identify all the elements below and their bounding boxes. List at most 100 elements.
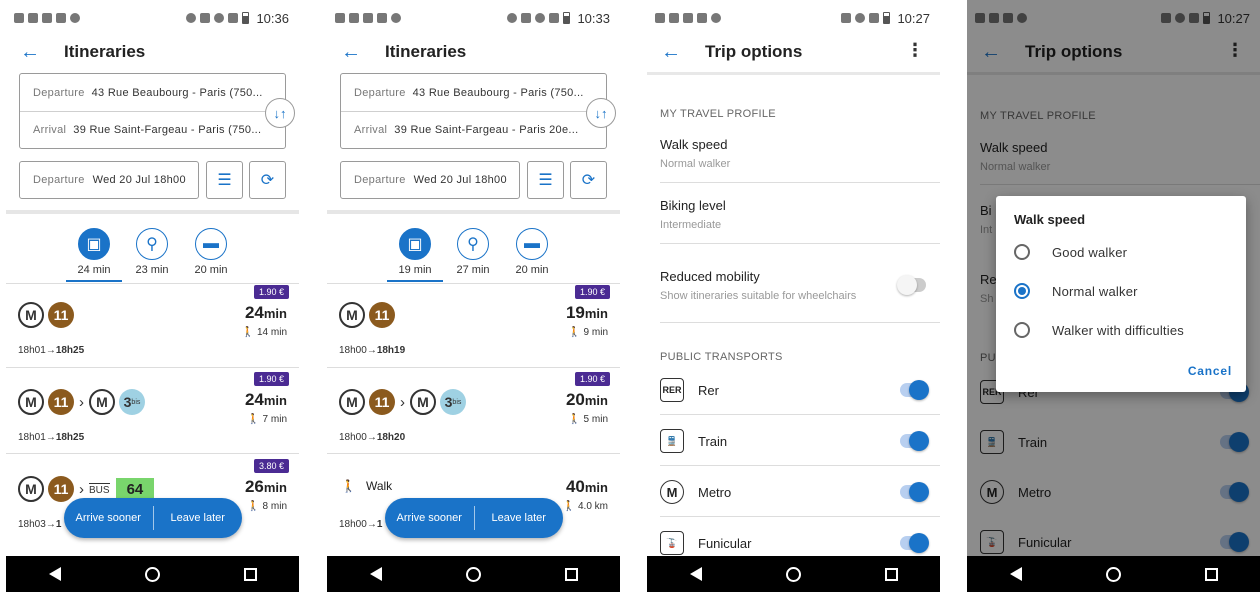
start-time: 18h01 <box>18 345 46 356</box>
train-toggle[interactable] <box>900 431 929 451</box>
arrive-sooner-button[interactable]: Arrive sooner <box>64 512 153 524</box>
system-nav-bar <box>6 556 299 592</box>
departure-field[interactable]: Departure 43 Rue Beaubourg - Paris (750..… <box>341 74 606 111</box>
shield-icon <box>391 13 401 23</box>
back-arrow-icon[interactable]: ← <box>341 42 371 62</box>
nav-home-icon[interactable] <box>144 566 160 582</box>
tab-bike[interactable]: ⚲ 27 min <box>447 228 499 276</box>
screen-trip-options-dialog: 10:27 ← Trip options ⋮ MY TRAVEL PROFILE… <box>967 0 1260 592</box>
departure-field[interactable]: Departure 43 Rue Beaubourg - Paris (750..… <box>20 74 285 111</box>
duration-value: 20 <box>565 390 585 409</box>
divider <box>660 414 940 415</box>
divider <box>660 243 940 244</box>
dnd-icon <box>855 13 866 23</box>
duration-unit: min <box>584 306 608 321</box>
line-badge: 11 <box>48 389 74 415</box>
nav-home-icon[interactable] <box>465 566 481 582</box>
divider <box>6 453 299 454</box>
nav-back-icon[interactable] <box>1008 566 1024 582</box>
nav-recents-icon[interactable] <box>242 566 258 582</box>
rer-toggle[interactable] <box>900 380 929 400</box>
location-icon <box>507 13 518 23</box>
tab-car[interactable]: ▬ 20 min <box>185 228 237 276</box>
tab-car[interactable]: ▬ 20 min <box>506 228 558 276</box>
result-item[interactable]: 1.90 € M 11 24min 🚶 14 min 18h01→18h25 <box>6 285 299 371</box>
divider <box>327 210 620 214</box>
end-time: 1 <box>55 519 62 530</box>
wifi-icon <box>228 13 239 23</box>
departure-time-field[interactable]: Departure Wed 20 Jul 18h00 <box>340 161 520 199</box>
cancel-button[interactable]: Cancel <box>1188 364 1232 378</box>
battery-icon <box>563 12 571 24</box>
metro-toggle[interactable] <box>900 482 929 502</box>
nav-back-icon[interactable] <box>47 566 63 582</box>
departure-time-field[interactable]: Departure Wed 20 Jul 18h00 <box>19 161 199 199</box>
tab-transit[interactable]: ▣ 19 min <box>389 228 441 282</box>
time-range: 18h00→18h19 <box>339 345 406 356</box>
walk-icon: 🚶 <box>241 327 255 338</box>
result-item[interactable]: 1.90 € M 11 › M 3 bis 24min 🚶 7 min 18h01→18h… <box>6 372 299 458</box>
duration: 24min <box>245 390 287 410</box>
arrival-field[interactable]: Arrival 39 Rue Saint-Fargeau - Paris (750… <box>20 111 285 148</box>
radio-walker-with-difficulties[interactable]: Walker with difficulties <box>1014 322 1184 338</box>
duration-value: 24 <box>244 303 264 322</box>
radio-good-walker[interactable]: Good walker <box>1014 244 1127 260</box>
biking-level-option[interactable]: Biking level Intermediate <box>660 198 940 231</box>
divider <box>660 465 940 466</box>
walk-value: 14 min <box>256 327 287 338</box>
nav-recents-icon[interactable] <box>883 566 899 582</box>
arrival-field[interactable]: Arrival 39 Rue Saint-Fargeau - Paris 20e.… <box>341 111 606 148</box>
divider <box>6 367 299 368</box>
back-arrow-icon[interactable]: ← <box>661 42 691 62</box>
battery-icon <box>883 12 891 24</box>
time-range: 18h00→1 <box>339 519 383 530</box>
swap-icon[interactable]: ↓↑ <box>586 98 616 128</box>
leave-later-button[interactable]: Leave later <box>154 512 243 524</box>
start-time: 18h01 <box>18 432 46 443</box>
filters-icon[interactable]: ☰ <box>527 161 564 199</box>
leave-later-button[interactable]: Leave later <box>475 512 564 524</box>
nav-home-icon[interactable] <box>1105 566 1121 582</box>
back-arrow-icon[interactable]: ← <box>20 42 50 62</box>
result-item[interactable]: 1.90 € M 11 19min 🚶 9 min 18h00→18h19 <box>327 285 620 371</box>
nav-recents-icon[interactable] <box>563 566 579 582</box>
walk-icon: 🚶 <box>247 414 260 425</box>
end-time: 1 <box>376 519 383 530</box>
tab-bike[interactable]: ⚲ 23 min <box>126 228 178 276</box>
duration: 19min <box>566 303 608 323</box>
shield-icon <box>70 13 80 23</box>
funicular-toggle[interactable] <box>900 533 929 553</box>
transport-row-train: 🚆 Train <box>660 416 940 466</box>
image-icon <box>42 13 52 23</box>
arrive-sooner-button[interactable]: Arrive sooner <box>385 512 474 524</box>
nav-home-icon[interactable] <box>785 566 801 582</box>
walk-value: 5 min <box>583 414 608 425</box>
more-options-icon[interactable]: ⋮ <box>906 41 924 59</box>
bluetooth-icon <box>521 13 532 23</box>
end-time: 18h25 <box>55 345 85 356</box>
transport-label: Train <box>698 433 728 449</box>
radio-normal-walker[interactable]: Normal walker <box>1014 283 1138 299</box>
walk-label: Walk <box>365 479 393 493</box>
filters-icon[interactable]: ☰ <box>206 161 243 199</box>
reduced-mobility-toggle[interactable] <box>897 275 926 295</box>
option-value: Intermediate <box>660 219 722 231</box>
walk-value: 8 min <box>262 501 287 512</box>
refresh-icon[interactable]: ⟳ <box>249 161 286 199</box>
result-item[interactable]: 1.90 € M 11 › M 3 bis 20min 🚶 5 min 18h00→18h… <box>327 372 620 458</box>
swap-icon[interactable]: ↓↑ <box>265 98 295 128</box>
nav-recents-icon[interactable] <box>1203 566 1219 582</box>
nav-back-icon[interactable] <box>688 566 704 582</box>
clock: 10:33 <box>577 10 610 26</box>
nav-back-icon[interactable] <box>368 566 384 582</box>
refresh-icon[interactable]: ⟳ <box>570 161 607 199</box>
tab-transit[interactable]: ▣ 24 min <box>68 228 120 282</box>
time-shift-buttons: Arrive sooner Leave later <box>64 498 242 538</box>
walk-speed-option[interactable]: Walk speed Normal walker <box>660 137 940 170</box>
transit-icon: ▣ <box>78 228 110 260</box>
line-badge: 11 <box>48 476 74 502</box>
tab-time: 19 min <box>398 264 432 276</box>
chevron-right-icon: › <box>79 393 84 411</box>
walk-icon <box>335 13 345 23</box>
battery-icon <box>242 12 250 24</box>
